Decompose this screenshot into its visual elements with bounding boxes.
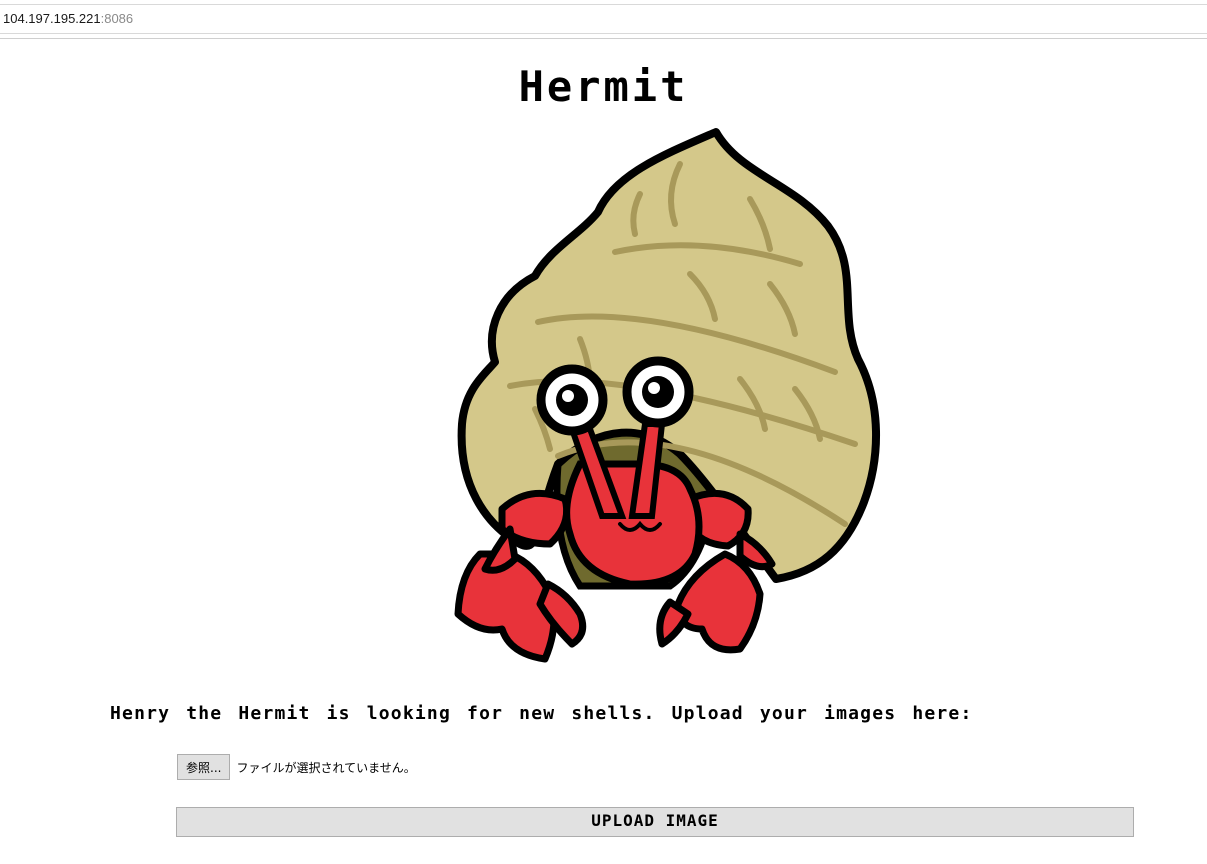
eye-icon bbox=[536, 364, 608, 436]
file-status-text: ファイルが選択されていません。 bbox=[236, 760, 416, 775]
browse-button[interactable]: 参照... bbox=[177, 754, 231, 780]
url-text[interactable]: 104.197.195.221:8086 bbox=[3, 11, 133, 26]
page-title: Hermit bbox=[518, 62, 689, 111]
address-bar-divider bbox=[0, 4, 1207, 5]
hermit-crab-illustration bbox=[454, 128, 881, 663]
url-host: 104.197.195.221 bbox=[3, 11, 101, 26]
eye-icon bbox=[622, 356, 694, 428]
file-input[interactable]: 参照... ファイルが選択されていません。 bbox=[177, 754, 416, 780]
url-port: :8086 bbox=[100, 11, 134, 26]
crab-body bbox=[563, 460, 703, 588]
address-bar-divider bbox=[0, 33, 1207, 34]
upload-image-button[interactable]: UPLOAD IMAGE bbox=[176, 807, 1134, 837]
upload-instructions: Henry the Hermit is looking for new shel… bbox=[110, 703, 973, 724]
browser-address-bar[interactable]: 104.197.195.221:8086 bbox=[0, 0, 1207, 39]
